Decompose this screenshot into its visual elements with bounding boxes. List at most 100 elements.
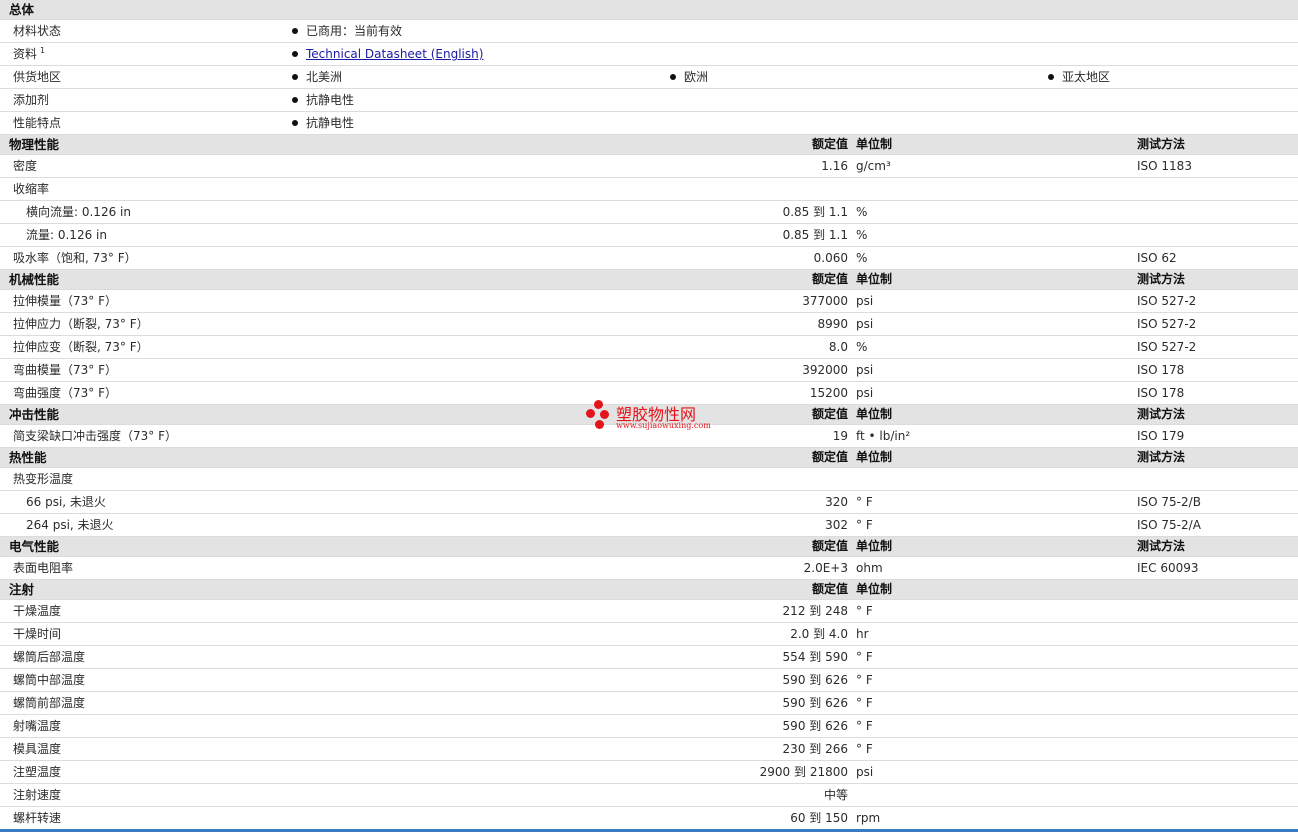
row-value: 590 到 626 bbox=[782, 673, 848, 687]
row-label: 吸水率（饱和, 73° F） bbox=[13, 251, 137, 265]
row-value: 554 到 590 bbox=[782, 650, 848, 664]
row-test: IEC 60093 bbox=[1137, 561, 1199, 575]
table-row: 密度 1.16 g/cm³ ISO 1183 bbox=[0, 155, 1298, 178]
col-test: 测试方法 bbox=[1137, 450, 1186, 464]
table-row: 264 psi, 未退火 302 ° F ISO 75-2/A bbox=[0, 514, 1298, 537]
region-asia-pacific: 亚太地区 bbox=[1046, 66, 1110, 88]
bullet-value: 抗静电性 bbox=[290, 112, 354, 134]
row-label: 弯曲强度（73° F） bbox=[13, 386, 117, 400]
row-label: 模具温度 bbox=[13, 742, 62, 756]
row-label: 注塑温度 bbox=[13, 765, 62, 779]
col-nominal: 额定值 bbox=[811, 539, 848, 553]
row-value: 392000 bbox=[802, 363, 848, 377]
row-value: 1.16 bbox=[821, 159, 848, 173]
col-unit: 单位制 bbox=[856, 539, 893, 553]
section-header-injection: 注射 额定值 单位制 bbox=[0, 580, 1298, 600]
general-row-datasheet: 资料 1 Technical Datasheet (English) bbox=[0, 43, 1298, 66]
row-unit: psi bbox=[856, 294, 874, 308]
row-unit: rpm bbox=[856, 811, 881, 825]
row-unit: ° F bbox=[856, 604, 873, 618]
row-label: 拉伸应力（断裂, 73° F） bbox=[13, 317, 149, 331]
row-value: 15200 bbox=[809, 386, 848, 400]
row-unit: psi bbox=[856, 317, 874, 331]
row-value: 2.0E+3 bbox=[803, 561, 848, 575]
row-value: 0.85 到 1.1 bbox=[782, 205, 848, 219]
table-row: 横向流量: 0.126 in 0.85 到 1.1 % bbox=[0, 201, 1298, 224]
footnote-marker: 1 bbox=[40, 46, 46, 55]
col-test: 测试方法 bbox=[1137, 272, 1186, 286]
row-label: 螺筒中部温度 bbox=[13, 673, 86, 687]
row-test: ISO 62 bbox=[1137, 251, 1177, 265]
general-row-material-status: 材料状态 已商用：当前有效 bbox=[0, 20, 1298, 43]
row-unit: hr bbox=[856, 627, 869, 641]
col-unit: 单位制 bbox=[856, 272, 893, 286]
datasheet-bullet: Technical Datasheet (English) bbox=[290, 43, 483, 65]
row-unit: % bbox=[856, 340, 868, 354]
row-unit: ° F bbox=[856, 495, 873, 509]
row-label: 性能特点 bbox=[13, 116, 62, 130]
row-label: 材料状态 bbox=[13, 24, 62, 38]
region-europe: 欧洲 bbox=[668, 66, 708, 88]
table-row: 螺杆转速 60 到 150 rpm bbox=[0, 807, 1298, 830]
row-value: 60 到 150 bbox=[790, 811, 848, 825]
table-row: 螺筒中部温度 590 到 626 ° F bbox=[0, 669, 1298, 692]
row-label: 资料 1 bbox=[13, 46, 46, 61]
row-test: ISO 75-2/B bbox=[1137, 495, 1201, 509]
section-title: 注射 bbox=[9, 582, 35, 597]
technical-datasheet-link[interactable]: Technical Datasheet (English) bbox=[306, 47, 483, 61]
table-row: 热变形温度 bbox=[0, 468, 1298, 491]
section-title: 热性能 bbox=[9, 450, 47, 465]
col-unit: 单位制 bbox=[856, 582, 893, 596]
row-unit: g/cm³ bbox=[856, 159, 891, 173]
row-value: 590 到 626 bbox=[782, 719, 848, 733]
watermark-url: www.sujiaowuxing.com bbox=[616, 421, 711, 430]
row-label: 供货地区 bbox=[13, 70, 62, 84]
row-label: 添加剂 bbox=[13, 93, 50, 107]
row-label: 收缩率 bbox=[13, 182, 50, 196]
row-value: 2.0 到 4.0 bbox=[790, 627, 848, 641]
general-row-additive: 添加剂 抗静电性 bbox=[0, 89, 1298, 112]
table-row: 收缩率 bbox=[0, 178, 1298, 201]
col-nominal: 额定值 bbox=[811, 582, 848, 596]
site-watermark: 塑胶物性网 www.sujiaowuxing.com bbox=[586, 400, 746, 436]
row-test: ISO 179 bbox=[1137, 429, 1185, 443]
row-value: 302 bbox=[825, 518, 848, 532]
row-label: 拉伸应变（断裂, 73° F） bbox=[13, 340, 149, 354]
row-unit: ohm bbox=[856, 561, 883, 575]
table-row: 注塑温度 2900 到 21800 psi bbox=[0, 761, 1298, 784]
row-unit: ft • lb/in² bbox=[856, 429, 911, 443]
table-row: 拉伸应变（断裂, 73° F） 8.0 % ISO 527-2 bbox=[0, 336, 1298, 359]
table-row: 吸水率（饱和, 73° F） 0.060 % ISO 62 bbox=[0, 247, 1298, 270]
section-header-physical: 物理性能 额定值 单位制 测试方法 bbox=[0, 135, 1298, 155]
row-value: 2900 到 21800 bbox=[759, 765, 848, 779]
col-test: 测试方法 bbox=[1137, 137, 1186, 151]
row-label: 66 psi, 未退火 bbox=[26, 495, 106, 509]
table-row: 干燥温度 212 到 248 ° F bbox=[0, 600, 1298, 623]
table-row: 螺筒前部温度 590 到 626 ° F bbox=[0, 692, 1298, 715]
table-row: 表面电阻率 2.0E+3 ohm IEC 60093 bbox=[0, 557, 1298, 580]
section-header-general: 总体 bbox=[0, 0, 1298, 20]
row-label: 264 psi, 未退火 bbox=[26, 518, 114, 532]
row-label: 拉伸模量（73° F） bbox=[13, 294, 117, 308]
table-row: 螺筒后部温度 554 到 590 ° F bbox=[0, 646, 1298, 669]
row-value: 0.060 bbox=[813, 251, 848, 265]
region-north-america: 北美洲 bbox=[290, 66, 342, 88]
row-value: 212 到 248 bbox=[782, 604, 848, 618]
row-unit: ° F bbox=[856, 518, 873, 532]
row-label: 简支梁缺口冲击强度（73° F） bbox=[13, 429, 177, 443]
row-unit: % bbox=[856, 228, 868, 242]
row-value: 377000 bbox=[802, 294, 848, 308]
table-row: 流量: 0.126 in 0.85 到 1.1 % bbox=[0, 224, 1298, 247]
row-value: 320 bbox=[825, 495, 848, 509]
section-title: 机械性能 bbox=[9, 272, 60, 287]
row-value: 0.85 到 1.1 bbox=[782, 228, 848, 242]
col-nominal: 额定值 bbox=[811, 450, 848, 464]
section-header-mechanical: 机械性能 额定值 单位制 测试方法 bbox=[0, 270, 1298, 290]
col-unit: 单位制 bbox=[856, 407, 893, 421]
section-header-electrical: 电气性能 额定值 单位制 测试方法 bbox=[0, 537, 1298, 557]
row-value: 230 到 266 bbox=[782, 742, 848, 756]
table-row: 射嘴温度 590 到 626 ° F bbox=[0, 715, 1298, 738]
col-nominal: 额定值 bbox=[811, 137, 848, 151]
table-row: 模具温度 230 到 266 ° F bbox=[0, 738, 1298, 761]
row-label: 流量: 0.126 in bbox=[26, 228, 107, 242]
